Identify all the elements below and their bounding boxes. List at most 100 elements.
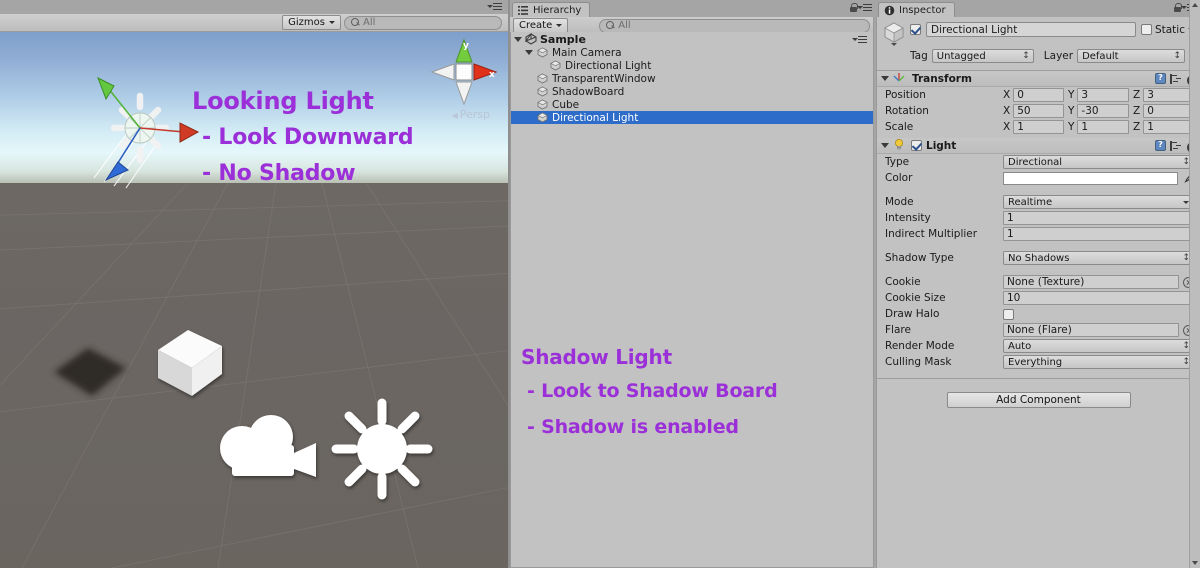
hierarchy-item[interactable]: ShadowBoard [511,85,873,98]
transform-component-header[interactable]: Transform [877,71,1200,87]
transform-x-input[interactable]: 1 [1013,120,1064,134]
transform-z-input[interactable]: 0 [1143,104,1194,118]
light-enabled-checkbox[interactable] [911,140,922,151]
transform-row-label: Position [885,89,926,101]
hierarchy-menu-icon[interactable] [857,3,872,12]
light-property-dropdown[interactable]: No Shadows [1003,251,1194,265]
light-object-field[interactable]: None (Texture) [1003,275,1179,289]
gameobject-cube-icon [537,112,548,123]
light-property-input[interactable]: 10 [1003,291,1194,305]
tab-inspector[interactable]: Inspector [878,2,955,17]
scroll-up-arrow-icon[interactable] [1192,3,1198,7]
axis-x-group: X 0 [1003,88,1064,102]
light-property-value: 1 [1007,228,1014,240]
hierarchy-item-label: Directional Light [552,111,639,124]
light-property-dropdown[interactable]: Realtime [1003,195,1194,209]
axis-x-group: X 1 [1003,120,1064,134]
transform-y-input[interactable]: 1 [1077,120,1129,134]
disclosure-triangle-icon[interactable] [881,143,889,148]
scroll-down-arrow-icon[interactable] [1192,561,1198,565]
light-gizmo-icon[interactable] [328,397,436,501]
cube-mesh[interactable] [152,326,236,404]
light-component-header[interactable]: Light [877,138,1200,154]
preset-icon[interactable] [1170,140,1181,151]
transform-z-input[interactable]: 1 [1143,120,1194,134]
hierarchy-search-input[interactable]: All [599,18,870,33]
preset-icon[interactable] [1170,73,1181,84]
tag-dropdown[interactable]: Untagged [931,49,1034,63]
light-property-value: Realtime [1008,196,1053,208]
gizmos-button[interactable]: Gizmos [282,15,341,30]
light-property-input[interactable]: 1 [1003,211,1194,225]
inspector-scrollbar[interactable] [1189,0,1200,568]
camera-gizmo-icon[interactable] [216,415,322,483]
transform-x-input[interactable]: 50 [1013,104,1064,118]
light-property-row: Cookie None (Texture) [877,274,1200,290]
add-component-button[interactable]: Add Component [946,392,1131,408]
hierarchy-item[interactable]: Directional Light [511,59,873,72]
light-property-label: Mode [885,196,914,208]
gameobject-cube-icon [537,99,548,110]
disclosure-triangle-icon[interactable] [525,50,533,55]
static-flags-control[interactable]: Static [1140,23,1194,36]
light-property-row: Render Mode Auto [877,338,1200,354]
axis-x-group: X 50 [1003,104,1064,118]
help-icon[interactable] [1155,73,1166,84]
light-property-row: Flare None (Flare) [877,322,1200,338]
light-property-checkbox[interactable] [1003,308,1014,320]
hierarchy-scene-menu-icon[interactable] [852,35,867,44]
disclosure-triangle-icon[interactable] [881,76,889,81]
scene-search-input[interactable]: All [344,15,502,30]
transform-z-value: 3 [1147,89,1154,101]
gameobject-icon [883,22,905,46]
light-property-row: Mode Realtime [877,194,1200,210]
help-icon[interactable] [1155,140,1166,151]
gameobject-enabled-checkbox[interactable] [910,24,921,35]
static-label: Static [1154,23,1185,36]
inspector-body: Directional Light Static Tag Untagged L [876,17,1200,568]
transform-row: Scale X 1 Y 1 Z 1 [877,119,1200,135]
hierarchy-item[interactable]: TransparentWindow [511,72,873,85]
tab-hierarchy[interactable]: Hierarchy [512,2,591,17]
layer-label: Layer [1043,50,1074,62]
axis-y-label: Y [1068,105,1075,117]
scene-viewport[interactable]: Looking Light - Look Downward - No Shado… [0,32,508,568]
add-component-label: Add Component [996,394,1081,406]
hierarchy-item[interactable]: Directional Light [511,111,873,124]
hierarchy-item[interactable]: Main Camera [511,46,873,59]
transform-y-input[interactable]: -30 [1077,104,1129,118]
hierarchy-scene-row[interactable]: Sample [511,32,873,46]
lock-icon[interactable] [1173,3,1182,12]
create-button[interactable]: Create [513,18,569,33]
light-property-dropdown[interactable]: Directional [1003,155,1194,169]
light-color-swatch[interactable] [1003,171,1178,185]
light-property-dropdown[interactable]: Everything [1003,355,1194,369]
transform-z-input[interactable]: 3 [1143,88,1194,102]
light-property-row: Intensity 1 [877,210,1200,226]
tab-hierarchy-label: Hierarchy [533,4,582,16]
scene-projection-label[interactable]: Persp [452,108,490,121]
static-checkbox[interactable] [1140,24,1152,35]
light-property-dropdown[interactable]: Auto [1003,339,1194,353]
light-property-label: Shadow Type [885,252,954,264]
light-property-row: Cookie Size 10 [877,290,1200,306]
gameobject-name-field[interactable]: Directional Light [926,22,1136,37]
disclosure-triangle-icon[interactable] [514,36,522,42]
gameobject-cube-icon [537,86,548,97]
annotation-shadow-light-line2: - Shadow is enabled [527,416,739,438]
light-property-label: Flare [885,324,911,336]
layer-dropdown[interactable]: Default [1077,49,1186,63]
hierarchy-tree[interactable]: Sample Main Camera Directional Light Tra… [510,32,874,568]
transform-x-input[interactable]: 0 [1013,88,1064,102]
scene-orientation-gizmo[interactable]: y x [428,36,500,108]
light-object-field[interactable]: None (Flare) [1003,323,1179,337]
light-property-value: 10 [1007,292,1021,304]
scene-view-menu-icon[interactable] [487,2,502,11]
transform-y-input[interactable]: 3 [1077,88,1129,102]
light-property-input[interactable]: 1 [1003,227,1194,241]
transform-y-value: 1 [1081,121,1089,133]
lock-icon[interactable] [849,3,858,12]
layer-value: Default [1082,50,1119,62]
hierarchy-item[interactable]: Cube [511,98,873,111]
light-property-label: Cookie [885,276,921,288]
